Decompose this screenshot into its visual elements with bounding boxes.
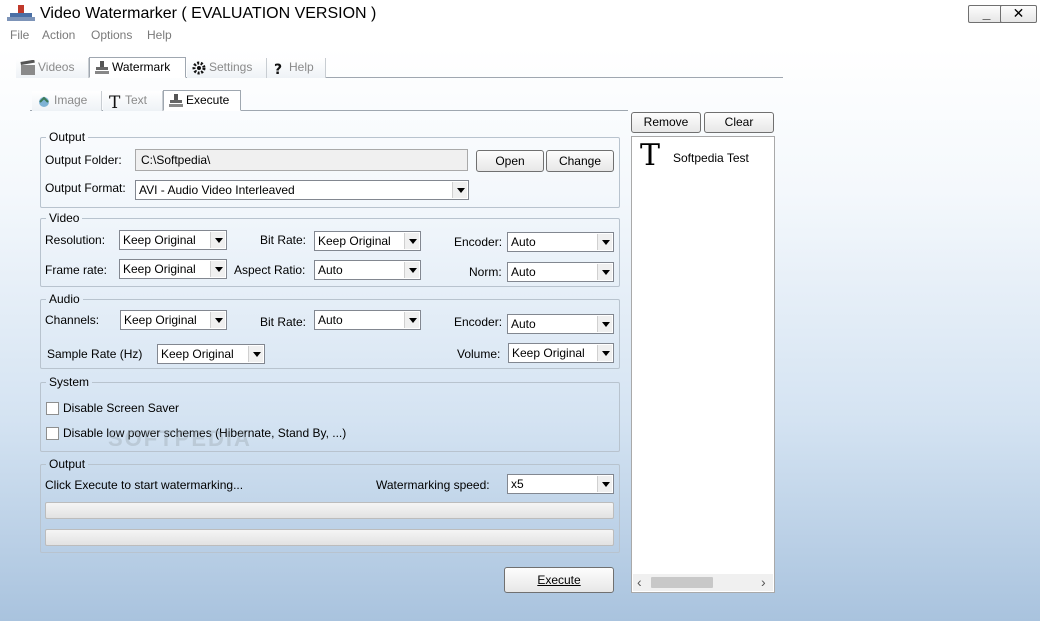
disable-screensaver-checkbox[interactable] — [46, 402, 59, 415]
chevron-down-icon — [404, 312, 419, 328]
clear-button[interactable]: Clear — [704, 112, 774, 133]
tab-settings[interactable]: Settings — [187, 58, 267, 78]
audio-bitrate-select[interactable]: Auto — [314, 310, 421, 330]
system-legend: System — [49, 375, 90, 389]
image-icon — [39, 96, 49, 107]
scroll-left-icon[interactable]: ‹ — [637, 574, 642, 590]
video-encoder-select[interactable]: Auto — [507, 232, 614, 252]
sample-rate-select[interactable]: Keep Original — [157, 344, 265, 364]
video-encoder-label: Encoder: — [454, 235, 503, 249]
remove-button[interactable]: Remove — [631, 112, 701, 133]
list-item[interactable]: Softpedia Test — [673, 151, 749, 165]
chevron-down-icon — [597, 234, 612, 250]
text-icon: T — [109, 93, 121, 109]
progress-legend: Output — [49, 457, 86, 471]
disable-lowpower-checkbox[interactable] — [46, 427, 59, 440]
chevron-down-icon — [210, 232, 225, 248]
menu-help[interactable]: Help — [147, 27, 172, 43]
framerate-label: Frame rate: — [45, 263, 108, 277]
tab-videos[interactable]: Videos — [16, 58, 89, 78]
output-folder-label: Output Folder: — [45, 153, 122, 167]
chevron-down-icon — [597, 476, 612, 492]
resolution-label: Resolution: — [45, 233, 106, 247]
resolution-select[interactable]: Keep Original — [119, 230, 227, 250]
norm-select[interactable]: Auto — [507, 262, 614, 282]
audio-bitrate-label: Bit Rate: — [260, 315, 307, 329]
svg-text:T: T — [109, 93, 121, 109]
video-bitrate-select[interactable]: Keep Original — [314, 231, 421, 251]
progress-bar-file — [45, 502, 614, 519]
execute-button[interactable]: Execute — [504, 567, 614, 593]
stamp-icon — [95, 61, 109, 74]
horizontal-scrollbar[interactable]: ‹ › — [633, 574, 773, 591]
title-bar: Video Watermarker ( EVALUATION VERSION )… — [0, 0, 1040, 27]
progress-bar-total — [45, 529, 614, 546]
close-button[interactable]: ✕ — [1000, 5, 1037, 23]
output-legend: Output — [49, 130, 86, 144]
change-button[interactable]: Change — [546, 150, 614, 172]
volume-label: Volume: — [457, 347, 501, 361]
volume-select[interactable]: Keep Original — [508, 343, 614, 363]
tab-image[interactable]: Image — [32, 91, 102, 111]
film-icon — [20, 60, 35, 75]
speed-label: Watermarking speed: — [376, 478, 490, 492]
watermark-list[interactable]: T Softpedia Test ‹ › — [631, 136, 775, 593]
chevron-down-icon — [597, 264, 612, 280]
disable-screensaver-label[interactable]: Disable Screen Saver — [63, 401, 179, 415]
audio-legend: Audio — [49, 292, 80, 306]
chevron-down-icon — [404, 233, 419, 249]
channels-select[interactable]: Keep Original — [120, 310, 227, 330]
audio-encoder-select[interactable]: Auto — [507, 314, 614, 334]
channels-label: Channels: — [45, 313, 100, 327]
audio-encoder-label: Encoder: — [454, 315, 503, 329]
softpedia-watermark: SOFTPEDIA — [108, 426, 252, 451]
aspect-ratio-select[interactable]: Auto — [314, 260, 421, 280]
status-text: Click Execute to start watermarking... — [45, 478, 244, 492]
menu-options[interactable]: Options — [91, 27, 132, 43]
output-folder-field[interactable]: C:\Softpedia\ — [135, 149, 468, 171]
scroll-right-icon[interactable]: › — [761, 574, 766, 590]
svg-text:?: ? — [274, 62, 282, 76]
chevron-down-icon — [404, 262, 419, 278]
scrollbar-thumb[interactable] — [651, 577, 713, 588]
close-icon: ✕ — [1012, 5, 1025, 21]
help-icon: ? — [274, 62, 282, 76]
open-button[interactable]: Open — [476, 150, 544, 172]
chevron-down-icon — [210, 261, 225, 277]
aspect-ratio-label: Aspect Ratio: — [234, 263, 306, 277]
video-bitrate-label: Bit Rate: — [260, 233, 307, 247]
stamp-icon — [169, 94, 183, 107]
window-title: Video Watermarker ( EVALUATION VERSION ) — [40, 5, 377, 22]
speed-select[interactable]: x5 — [507, 474, 614, 494]
chevron-down-icon — [210, 312, 225, 328]
text-watermark-icon: T — [640, 138, 661, 173]
tab-text[interactable]: T Text — [103, 91, 163, 111]
output-format-label: Output Format: — [45, 181, 126, 195]
menu-action[interactable]: Action — [42, 27, 75, 43]
chevron-down-icon — [597, 316, 612, 332]
framerate-select[interactable]: Keep Original — [119, 259, 227, 279]
menu-file[interactable]: File — [10, 27, 29, 43]
sample-rate-label: Sample Rate (Hz) — [47, 347, 143, 361]
tab-help[interactable]: ? Help — [267, 58, 326, 78]
chevron-down-icon — [248, 346, 263, 362]
output-format-select[interactable]: AVI - Audio Video Interleaved — [135, 180, 469, 200]
stamp-icon — [7, 5, 35, 21]
norm-label: Norm: — [469, 265, 502, 279]
video-legend: Video — [49, 211, 80, 225]
chevron-down-icon — [452, 182, 467, 198]
gear-icon — [192, 61, 206, 75]
chevron-down-icon — [597, 345, 612, 361]
tab-watermark[interactable]: Watermark — [89, 57, 186, 78]
tab-execute[interactable]: Execute — [163, 90, 241, 111]
menu-bar: File Action Options Help — [0, 27, 1040, 47]
